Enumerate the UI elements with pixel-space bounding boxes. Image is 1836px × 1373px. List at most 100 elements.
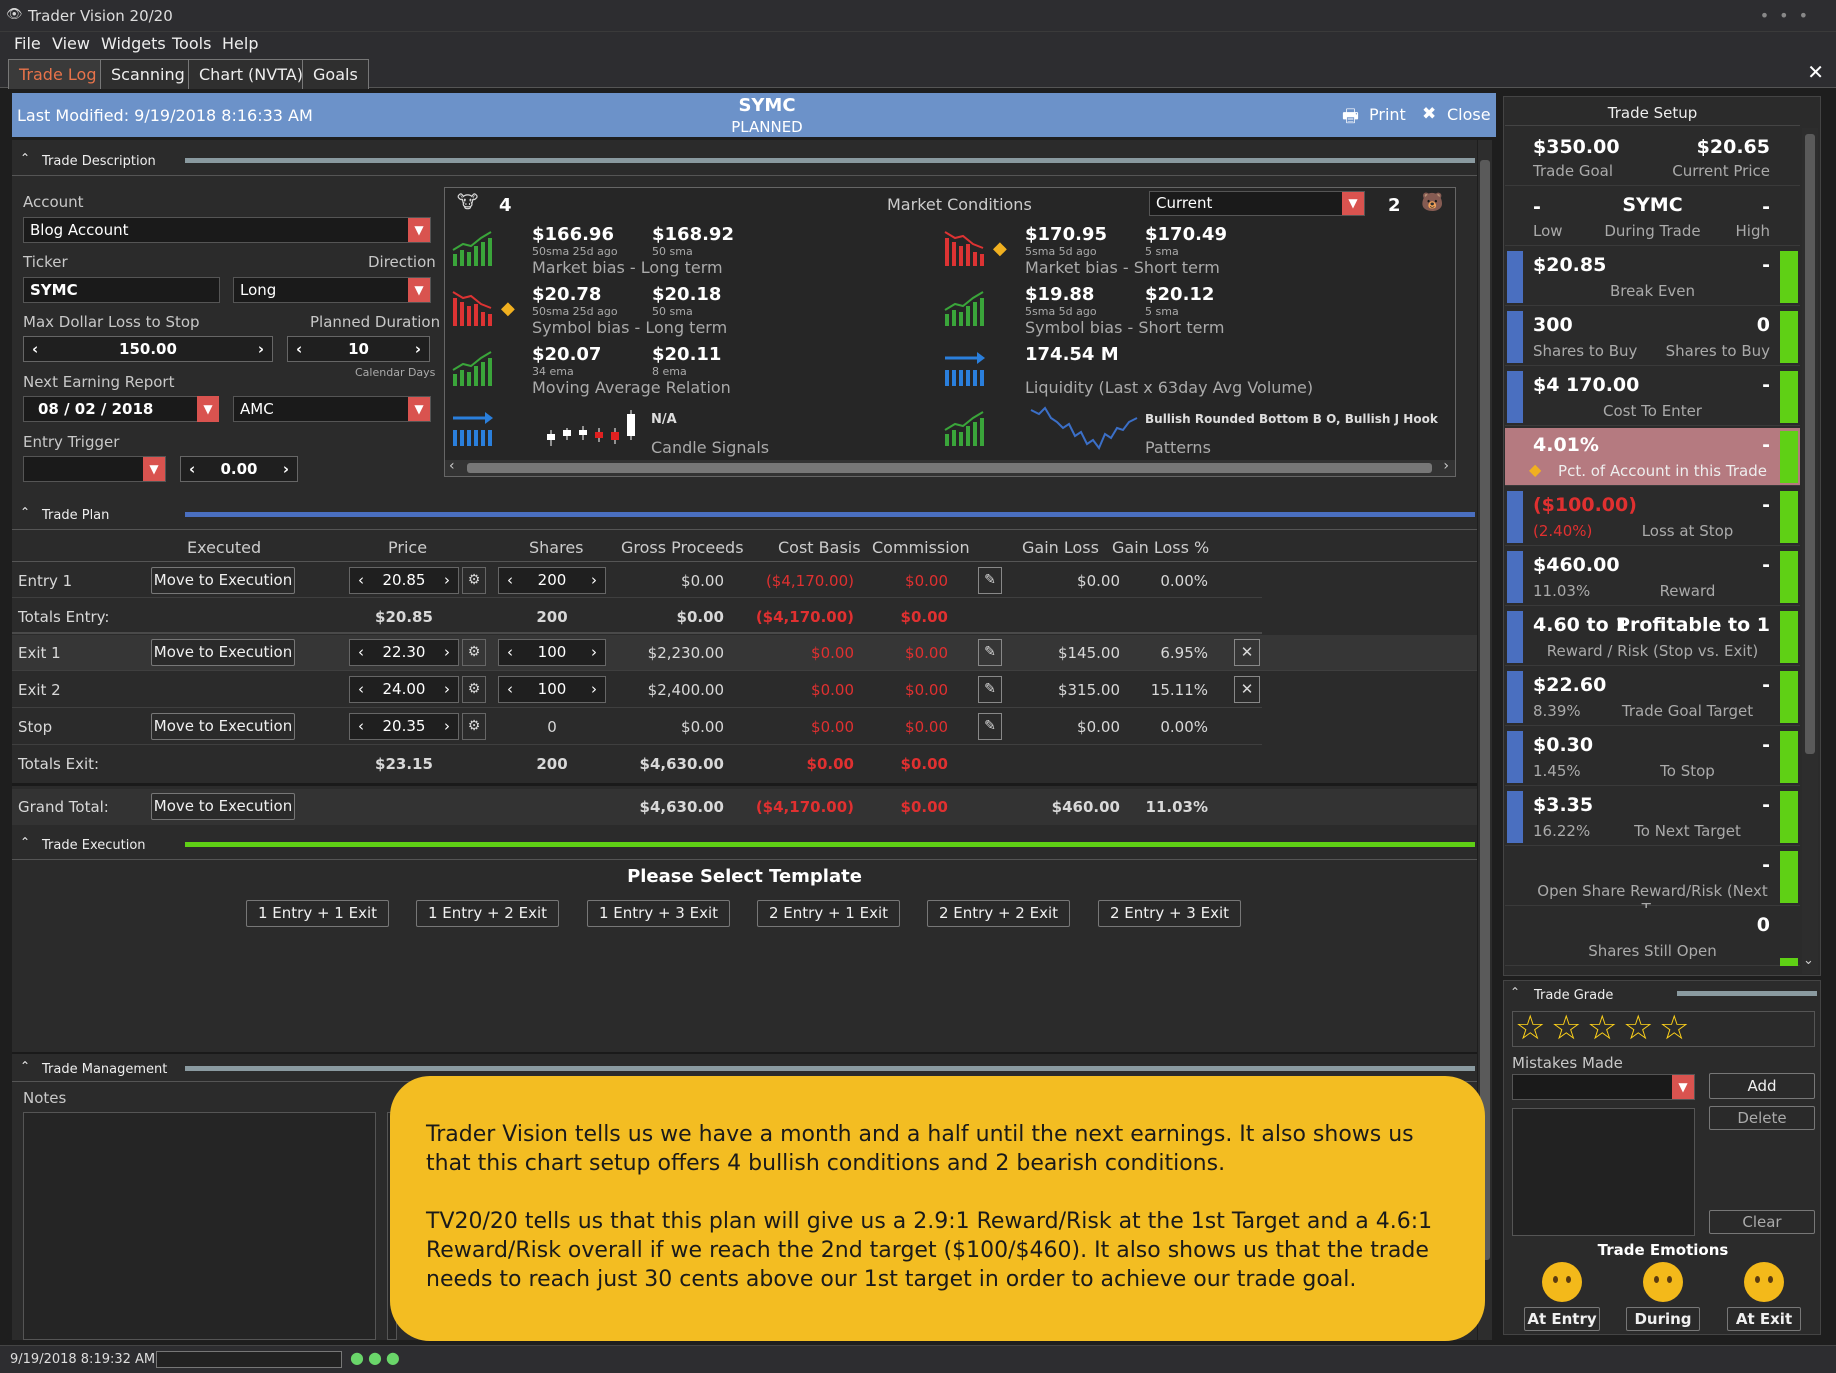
calculator-icon[interactable]: ⚙ [462, 567, 486, 594]
close-window-icon[interactable]: ✕ [1807, 60, 1824, 84]
entry-trigger-stepper[interactable]: ‹ 0.00 › [180, 456, 298, 482]
template-2-entry-3-exit-button[interactable]: 2 Entry + 3 Exit [1098, 900, 1241, 927]
calculator-icon[interactable]: ⚙ [462, 713, 486, 740]
scroll-thumb[interactable] [1480, 160, 1490, 1260]
entry-trigger-select[interactable]: ▼ [23, 456, 166, 482]
chevron-down-icon[interactable]: ▼ [408, 397, 430, 421]
star-icon[interactable]: ☆ [1587, 1008, 1617, 1048]
calculator-icon[interactable]: ⚙ [462, 676, 486, 703]
direction-select[interactable]: Long ▼ [233, 277, 431, 303]
collapse-icon[interactable]: ⌃ [20, 505, 30, 519]
trade-execution-header[interactable]: ⌃ Trade Execution [12, 830, 1477, 860]
delete-button[interactable]: Delete [1709, 1106, 1815, 1130]
price-stepper[interactable]: ‹ 20.85 › [349, 567, 459, 594]
chevron-right-icon[interactable]: › [258, 337, 264, 361]
chevron-down-icon[interactable]: ▼ [408, 278, 430, 302]
star-icon[interactable]: ☆ [1623, 1008, 1653, 1048]
duration-stepper[interactable]: ‹ 10 › [287, 336, 430, 362]
scroll-right-icon[interactable]: › [1443, 458, 1449, 474]
chevron-left-icon[interactable]: ‹ [507, 640, 513, 665]
delete-row-icon[interactable]: ✕ [1234, 676, 1260, 703]
menu-tools[interactable]: Tools [172, 34, 211, 53]
chevron-left-icon[interactable]: ‹ [189, 457, 195, 481]
chevron-left-icon[interactable]: ‹ [358, 568, 364, 593]
template-1-entry-1-exit-button[interactable]: 1 Entry + 1 Exit [246, 900, 389, 927]
clear-button[interactable]: Clear [1709, 1210, 1815, 1234]
notes-textarea[interactable] [23, 1112, 376, 1340]
star-rating[interactable]: ☆ ☆ ☆ ☆ ☆ [1512, 1008, 1815, 1048]
chevron-right-icon[interactable]: › [591, 677, 597, 702]
ticker-input[interactable]: SYMC [23, 277, 220, 303]
chevron-down-icon[interactable]: ▼ [143, 457, 165, 481]
price-stepper[interactable]: ‹ 20.35 › [349, 713, 459, 740]
collapse-icon[interactable]: ⌃ [20, 151, 30, 165]
edit-icon[interactable]: ✎ [978, 567, 1002, 594]
template-2-entry-1-exit-button[interactable]: 2 Entry + 1 Exit [757, 900, 900, 927]
menu-view[interactable]: View [52, 34, 90, 53]
collapse-icon[interactable]: ⌃ [20, 835, 30, 849]
edit-icon[interactable]: ✎ [978, 676, 1002, 703]
chevron-right-icon[interactable]: › [591, 568, 597, 593]
move-to-execution-button[interactable]: Move to Execution [151, 639, 295, 666]
account-select[interactable]: Blog Account ▼ [23, 217, 431, 243]
chevron-right-icon[interactable]: › [415, 337, 421, 361]
chevron-down-icon[interactable]: ▼ [1672, 1075, 1694, 1099]
chevron-right-icon[interactable]: › [591, 640, 597, 665]
chevron-right-icon[interactable]: › [444, 640, 450, 665]
star-icon[interactable]: ☆ [1659, 1008, 1689, 1048]
shares-stepper[interactable]: ‹ 100 › [498, 676, 606, 703]
earnings-time-select[interactable]: AMC ▼ [233, 396, 431, 422]
chevron-left-icon[interactable]: ‹ [32, 337, 38, 361]
move-to-execution-button[interactable]: Move to Execution [151, 567, 295, 594]
trade-description-header[interactable]: ⌃ Trade Description [12, 146, 1477, 176]
template-2-entry-2-exit-button[interactable]: 2 Entry + 2 Exit [927, 900, 1070, 927]
window-controls-icon[interactable]: ••• [1760, 6, 1818, 25]
at-exit-button[interactable]: At Exit [1727, 1307, 1801, 1331]
scroll-left-icon[interactable]: ‹ [449, 458, 455, 474]
chevron-down-icon[interactable]: ▼ [197, 396, 219, 422]
edit-icon[interactable]: ✎ [978, 639, 1002, 666]
template-1-entry-2-exit-button[interactable]: 1 Entry + 2 Exit [416, 900, 559, 927]
collapse-icon[interactable]: ⌃ [1510, 985, 1520, 999]
earnings-date-input[interactable]: 08 / 02 / 2018 ✕ [23, 396, 219, 422]
close-icon[interactable]: ✖ [1422, 104, 1436, 124]
tab-goals[interactable]: Goals [302, 59, 369, 89]
conditions-select[interactable]: Current ▼ [1149, 191, 1365, 216]
menu-widgets[interactable]: Widgets [101, 34, 166, 53]
chevron-down-icon[interactable]: ▼ [408, 218, 430, 242]
scroll-thumb[interactable] [1805, 134, 1815, 754]
chevron-right-icon[interactable]: › [444, 568, 450, 593]
chevron-left-icon[interactable]: ‹ [358, 714, 364, 739]
tab-chart[interactable]: Chart (NVTA) [188, 59, 314, 89]
emotion-during-icon[interactable] [1643, 1262, 1683, 1302]
template-1-entry-3-exit-button[interactable]: 1 Entry + 3 Exit [587, 900, 730, 927]
mistakes-list[interactable] [1512, 1108, 1695, 1236]
star-icon[interactable]: ☆ [1515, 1008, 1545, 1048]
emotion-exit-icon[interactable] [1744, 1262, 1784, 1302]
at-entry-button[interactable]: At Entry [1524, 1307, 1600, 1331]
move-to-execution-button[interactable]: Move to Execution [151, 793, 295, 820]
close-button[interactable]: Close [1447, 105, 1491, 124]
print-icon[interactable]: 🖶 [1342, 104, 1359, 134]
shares-stepper[interactable]: ‹ 200 › [498, 567, 606, 594]
move-to-execution-button[interactable]: Move to Execution [151, 713, 295, 740]
delete-row-icon[interactable]: ✕ [1234, 639, 1260, 666]
chevron-right-icon[interactable]: › [444, 714, 450, 739]
menu-file[interactable]: File [14, 34, 41, 53]
print-button[interactable]: Print [1369, 105, 1406, 124]
menu-help[interactable]: Help [222, 34, 258, 53]
chevron-right-icon[interactable]: › [444, 677, 450, 702]
shares-stepper[interactable]: ‹ 100 › [498, 639, 606, 666]
tab-trade-log[interactable]: Trade Log [8, 59, 108, 89]
chevron-left-icon[interactable]: ‹ [507, 568, 513, 593]
trade-plan-header[interactable]: ⌃ Trade Plan [12, 500, 1477, 530]
horizontal-scrollbar[interactable]: ‹ › [445, 458, 1455, 476]
tab-scanning[interactable]: Scanning [100, 59, 196, 89]
chevron-left-icon[interactable]: ‹ [358, 640, 364, 665]
edit-icon[interactable]: ✎ [978, 713, 1002, 740]
chevron-left-icon[interactable]: ‹ [296, 337, 302, 361]
chevron-right-icon[interactable]: › [283, 457, 289, 481]
chevron-left-icon[interactable]: ‹ [358, 677, 364, 702]
chevron-down-icon[interactable]: ▼ [1342, 192, 1364, 215]
setup-scrollbar[interactable]: ⌄ [1802, 128, 1818, 974]
